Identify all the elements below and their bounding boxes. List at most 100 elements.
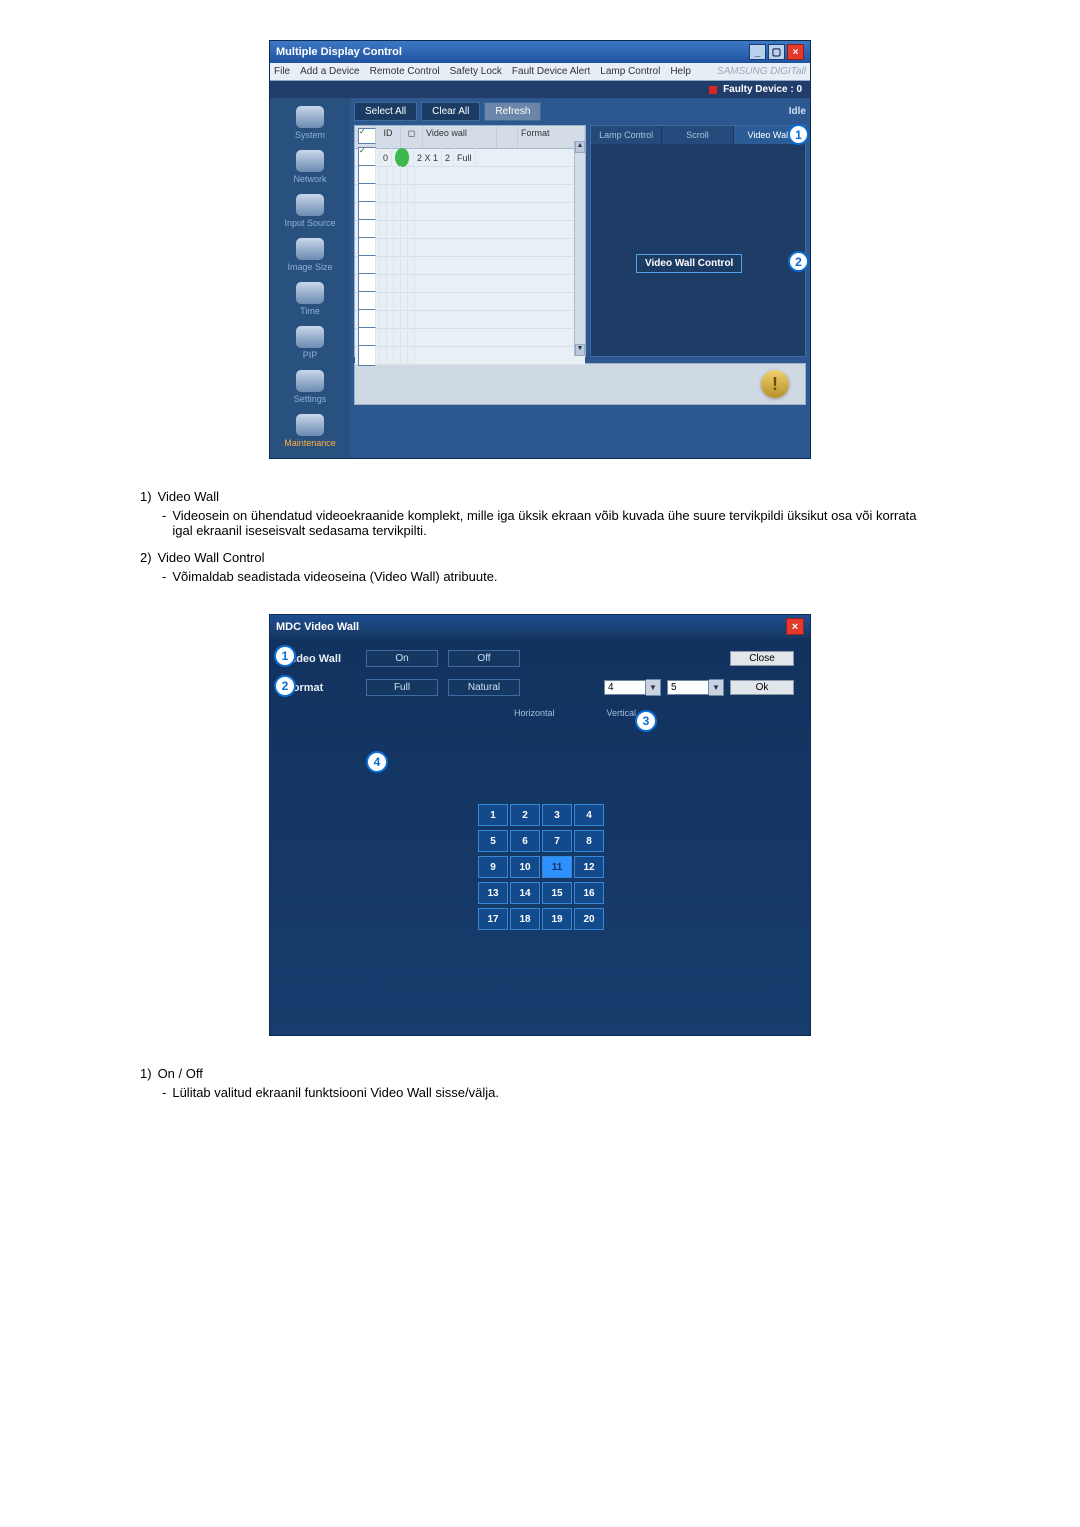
row-checkbox[interactable] [358, 345, 376, 366]
scroll-down-icon[interactable]: ▼ [575, 344, 585, 356]
wall-cell-1[interactable]: 1 [478, 804, 508, 826]
table-row[interactable] [355, 203, 585, 221]
wall-cell-20[interactable]: 20 [574, 908, 604, 930]
sidebar-item-input-source[interactable]: Input Source [275, 192, 345, 232]
close-button[interactable]: Close [730, 651, 794, 666]
natural-button[interactable]: Natural [448, 679, 520, 696]
videowall-label: Video Wall [286, 653, 356, 665]
menu-bar: File Add a Device Remote Control Safety … [270, 63, 810, 81]
item-title: Video Wall Control [158, 550, 265, 565]
sidebar-item-maintenance[interactable]: Maintenance [275, 412, 345, 452]
header-checkbox[interactable] [358, 128, 376, 144]
item-desc: Videosein on ühendatud videoekraanide ko… [172, 508, 940, 538]
tab-scroll[interactable]: Scroll [662, 126, 733, 144]
row-n: 2 [442, 148, 454, 167]
sidebar-item-settings[interactable]: Settings [275, 368, 345, 408]
menu-add-device[interactable]: Add a Device [300, 66, 359, 77]
table-row[interactable] [355, 221, 585, 239]
scrollbar[interactable]: ▲ ▼ [574, 141, 585, 356]
on-button[interactable]: On [366, 650, 438, 667]
horizontal-sublabel: Horizontal [514, 708, 555, 718]
wall-cell-9[interactable]: 9 [478, 856, 508, 878]
mdc-main-window: Multiple Display Control _ ▢ × File Add … [269, 40, 811, 459]
item-desc: Võimaldab seadistada videoseina (Video W… [172, 569, 497, 584]
minimize-icon[interactable]: _ [749, 44, 766, 60]
ok-button[interactable]: Ok [730, 680, 794, 695]
wall-cell-7[interactable]: 7 [542, 830, 572, 852]
dash-icon: - [162, 508, 166, 538]
window-titlebar: Multiple Display Control _ ▢ × [270, 41, 810, 63]
col-n [497, 126, 518, 148]
wall-cell-14[interactable]: 14 [510, 882, 540, 904]
wall-cell-12[interactable]: 12 [574, 856, 604, 878]
settings-icon [296, 370, 324, 392]
wall-cell-6[interactable]: 6 [510, 830, 540, 852]
table-row[interactable] [355, 239, 585, 257]
sidebar-item-system[interactable]: System [275, 104, 345, 144]
menu-fault-device-alert[interactable]: Fault Device Alert [512, 66, 590, 77]
wall-cell-17[interactable]: 17 [478, 908, 508, 930]
full-button[interactable]: Full [366, 679, 438, 696]
wall-cell-8[interactable]: 8 [574, 830, 604, 852]
sidebar-item-time[interactable]: Time [275, 280, 345, 320]
video-wall-control-button[interactable]: Video Wall Control [636, 254, 742, 273]
menu-lamp-control[interactable]: Lamp Control [600, 66, 660, 77]
category-sidebar: System Network Input Source Image Size T… [270, 98, 350, 458]
wall-cell-5[interactable]: 5 [478, 830, 508, 852]
maintenance-icon [296, 414, 324, 436]
table-row[interactable] [355, 311, 585, 329]
maximize-icon[interactable]: ▢ [768, 44, 785, 60]
vertical-sublabel: Vertical [607, 708, 637, 718]
wall-cell-15[interactable]: 15 [542, 882, 572, 904]
wall-cell-18[interactable]: 18 [510, 908, 540, 930]
wall-cell-2[interactable]: 2 [510, 804, 540, 826]
wall-cell-16[interactable]: 16 [574, 882, 604, 904]
clear-all-button[interactable]: Clear All [421, 102, 480, 121]
table-row[interactable] [355, 167, 585, 185]
table-row[interactable] [355, 329, 585, 347]
wall-cell-11[interactable]: 11 [542, 856, 572, 878]
dialog-title: MDC Video Wall [276, 621, 359, 633]
menu-file[interactable]: File [274, 66, 290, 77]
close-icon[interactable]: × [787, 44, 804, 60]
vertical-input[interactable] [667, 680, 709, 695]
table-row[interactable] [355, 185, 585, 203]
close-icon[interactable]: × [786, 618, 804, 635]
table-row[interactable] [355, 257, 585, 275]
item-title: On / Off [158, 1066, 203, 1081]
warning-icon: ! [761, 370, 789, 398]
off-button[interactable]: Off [448, 650, 520, 667]
vertical-select[interactable]: ▼ [667, 679, 724, 696]
wall-layout-grid: 1234567891011121314151617181920 [478, 804, 602, 930]
wall-cell-10[interactable]: 10 [510, 856, 540, 878]
wall-cell-4[interactable]: 4 [574, 804, 604, 826]
scroll-up-icon[interactable]: ▲ [575, 141, 585, 153]
brand-label: SAMSUNG DIGITall [717, 66, 806, 77]
window-title: Multiple Display Control [276, 46, 402, 58]
table-row[interactable] [355, 293, 585, 311]
sidebar-item-image-size[interactable]: Image Size [275, 236, 345, 276]
table-row[interactable] [355, 275, 585, 293]
horizontal-select[interactable]: ▼ [604, 679, 661, 696]
chevron-down-icon[interactable]: ▼ [646, 679, 661, 696]
sidebar-item-network[interactable]: Network [275, 148, 345, 188]
mdc-video-wall-dialog: MDC Video Wall × Video Wall On Off Close… [269, 614, 811, 1036]
status-panel: ! [354, 363, 806, 405]
select-all-button[interactable]: Select All [354, 102, 417, 121]
status-dot-icon [395, 148, 410, 167]
wall-cell-13[interactable]: 13 [478, 882, 508, 904]
item-number: 2) [140, 550, 152, 565]
sidebar-item-pip[interactable]: PIP [275, 324, 345, 364]
chevron-down-icon[interactable]: ▼ [709, 679, 724, 696]
menu-help[interactable]: Help [670, 66, 691, 77]
wall-cell-19[interactable]: 19 [542, 908, 572, 930]
horizontal-input[interactable] [604, 680, 646, 695]
menu-remote-control[interactable]: Remote Control [370, 66, 440, 77]
table-row[interactable] [355, 347, 585, 365]
refresh-button[interactable]: Refresh [484, 102, 541, 121]
wall-cell-3[interactable]: 3 [542, 804, 572, 826]
format-label: Format [286, 682, 356, 694]
tab-lamp-control[interactable]: Lamp Control [591, 126, 662, 144]
menu-safety-lock[interactable]: Safety Lock [450, 66, 502, 77]
table-row[interactable]: 0 2 X 1 2 Full [355, 149, 585, 167]
